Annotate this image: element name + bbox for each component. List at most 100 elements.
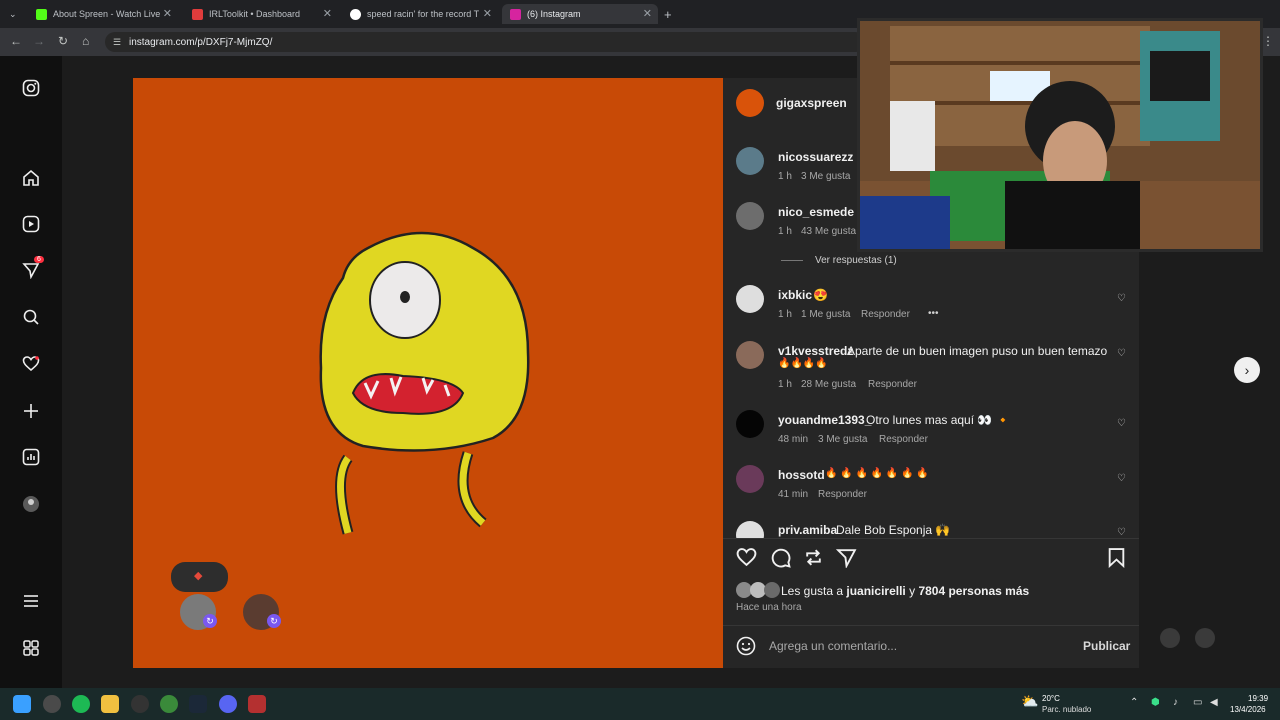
heart-icon[interactable] — [20, 353, 42, 375]
panel-divider — [723, 538, 1139, 539]
author-avatar[interactable] — [736, 89, 764, 117]
chrome-icon[interactable] — [160, 695, 178, 713]
like-comment-icon[interactable]: ♡ — [1117, 527, 1126, 538]
comment-username[interactable]: priv.amiba — [778, 523, 837, 537]
comment-text: Dale Bob Esponja 🙌 — [836, 523, 951, 537]
reply-button[interactable]: Responder — [868, 379, 917, 390]
chevron-down-icon: ⌄ — [9, 8, 17, 19]
discord-icon[interactable] — [219, 695, 237, 713]
tab-irltoolkit[interactable]: IRLToolkit • Dashboard ✕ — [184, 4, 338, 24]
profile-avatar-icon[interactable] — [20, 493, 42, 515]
back-icon[interactable]: ← — [10, 34, 22, 48]
tab-google[interactable]: speed racin' for the record TRA ✕ — [342, 4, 498, 24]
comment-avatar[interactable] — [736, 147, 764, 175]
tab-instagram[interactable]: (6) Instagram ✕ — [502, 4, 658, 24]
spotify-icon[interactable] — [72, 695, 90, 713]
home-icon[interactable]: ⌂ — [82, 34, 89, 48]
reaction-bubble[interactable]: ◆ — [171, 562, 228, 592]
repost-icon: ↻ — [267, 614, 281, 628]
tab-kick[interactable]: About Spreen - Watch Live on K ✕ — [28, 4, 178, 24]
menu-icon[interactable]: ⋮ — [1262, 34, 1274, 48]
home-icon[interactable] — [20, 167, 42, 189]
repost-icon[interactable] — [803, 547, 824, 573]
url-text: instagram.com/p/DXFj7-MjmZQ/ — [129, 36, 273, 48]
create-icon[interactable] — [20, 400, 42, 422]
search-icon[interactable] — [20, 306, 42, 328]
notification-badge: 6 — [34, 256, 44, 263]
close-icon[interactable]: ✕ — [483, 7, 492, 20]
comment-text: 🔥 🔥 🔥 🔥 🔥 🔥 🔥 — [825, 468, 929, 479]
close-icon[interactable]: ✕ — [323, 7, 332, 20]
view-replies-button[interactable]: Ver respuestas (1) — [815, 255, 897, 266]
reply-button[interactable]: Responder — [879, 434, 928, 445]
comment-icon[interactable] — [770, 547, 791, 573]
also-from-meta-icon[interactable] — [20, 637, 42, 659]
reply-button[interactable]: Responder — [818, 489, 867, 500]
tab-search-button[interactable]: ⌄ — [4, 4, 24, 24]
collaborator-avatar-faded — [1195, 628, 1215, 648]
site-info-icon[interactable]: ☰ — [113, 37, 121, 48]
comment-username[interactable]: nico_esmede — [778, 205, 854, 219]
emoji-icon[interactable] — [736, 636, 756, 661]
file-explorer-icon[interactable] — [101, 695, 119, 713]
steam-icon[interactable] — [189, 695, 207, 713]
share-icon[interactable] — [835, 547, 857, 573]
app-4k-icon[interactable] — [131, 695, 149, 713]
more-options-icon[interactable]: ••• — [928, 308, 939, 319]
microphone-icon[interactable]: ♪ — [1173, 697, 1178, 708]
weather-icon[interactable]: ⛅ — [1021, 693, 1038, 710]
post-author[interactable]: gigaxspreen — [776, 96, 847, 110]
comment-row-clipped: priv.amiba Dale Bob Esponja 🙌 ♡ — [723, 520, 1139, 538]
save-icon[interactable] — [1107, 547, 1126, 573]
messages-icon[interactable]: 6 — [20, 256, 44, 281]
comment-username[interactable]: nicossuarezz — [778, 150, 853, 164]
instagram-logo-icon[interactable] — [20, 77, 42, 99]
windows-start-icon[interactable] — [13, 695, 31, 713]
publish-button[interactable]: Publicar — [1083, 639, 1130, 653]
volume-icon[interactable]: ◀ — [1210, 697, 1218, 708]
collaborator-avatar-faded — [1160, 628, 1180, 648]
reels-icon[interactable] — [20, 213, 42, 235]
comment-text: 😍 — [813, 288, 828, 302]
instagram-icon — [510, 8, 521, 20]
comment-input[interactable]: Agrega un comentario... — [769, 639, 897, 653]
close-icon[interactable]: ✕ — [163, 7, 172, 20]
comment-avatar[interactable] — [736, 410, 764, 438]
reload-icon[interactable]: ↻ — [58, 34, 68, 48]
clock-time[interactable]: 19:39 — [1248, 694, 1268, 703]
network-icon[interactable]: ▭ — [1193, 697, 1202, 708]
like-comment-icon[interactable]: ♡ — [1117, 418, 1126, 429]
likes-summary[interactable]: Les gusta a juanicirelli y 7804 personas… — [781, 584, 1029, 598]
more-menu-icon[interactable] — [20, 590, 42, 612]
comment-text: Otro lunes mas aquí 👀 🔸 — [866, 413, 1011, 427]
replies-divider — [781, 260, 803, 261]
next-post-button[interactable]: › — [1234, 357, 1260, 383]
forward-icon[interactable]: → — [33, 34, 45, 48]
kick-icon — [36, 8, 47, 20]
like-comment-icon[interactable]: ♡ — [1117, 473, 1126, 484]
like-comment-icon[interactable]: ♡ — [1117, 348, 1126, 359]
address-bar[interactable]: ☰ instagram.com/p/DXFj7-MjmZQ/ — [105, 32, 865, 52]
new-tab-button[interactable]: + — [664, 4, 680, 24]
close-icon[interactable]: ✕ — [643, 7, 652, 20]
google-icon — [350, 8, 361, 20]
comment-avatar[interactable] — [736, 341, 764, 369]
like-comment-icon[interactable]: ♡ — [1117, 293, 1126, 304]
clock-date[interactable]: 13/4/2026 — [1230, 705, 1266, 714]
show-hidden-icons[interactable]: ⌃ — [1130, 697, 1138, 708]
reply-button[interactable]: Responder — [861, 309, 910, 320]
streaming-app-icon[interactable] — [248, 695, 266, 713]
webcam-overlay — [857, 18, 1263, 252]
comment-avatar[interactable] — [736, 285, 764, 313]
comment-avatar[interactable] — [736, 465, 764, 493]
comment-avatar[interactable] — [736, 521, 764, 538]
comment-avatar[interactable] — [736, 202, 764, 230]
dashboard-icon[interactable] — [20, 446, 42, 468]
obs-icon[interactable] — [43, 695, 61, 713]
security-icon[interactable]: ⬢ — [1151, 697, 1160, 708]
comment-username[interactable]: hossotd — [778, 468, 825, 482]
comment-username[interactable]: v1kvesstredz — [778, 344, 853, 358]
comment-username[interactable]: ixbkic — [778, 288, 812, 302]
like-post-icon[interactable] — [736, 547, 757, 573]
comment-username[interactable]: youandme1393_ — [778, 413, 871, 427]
